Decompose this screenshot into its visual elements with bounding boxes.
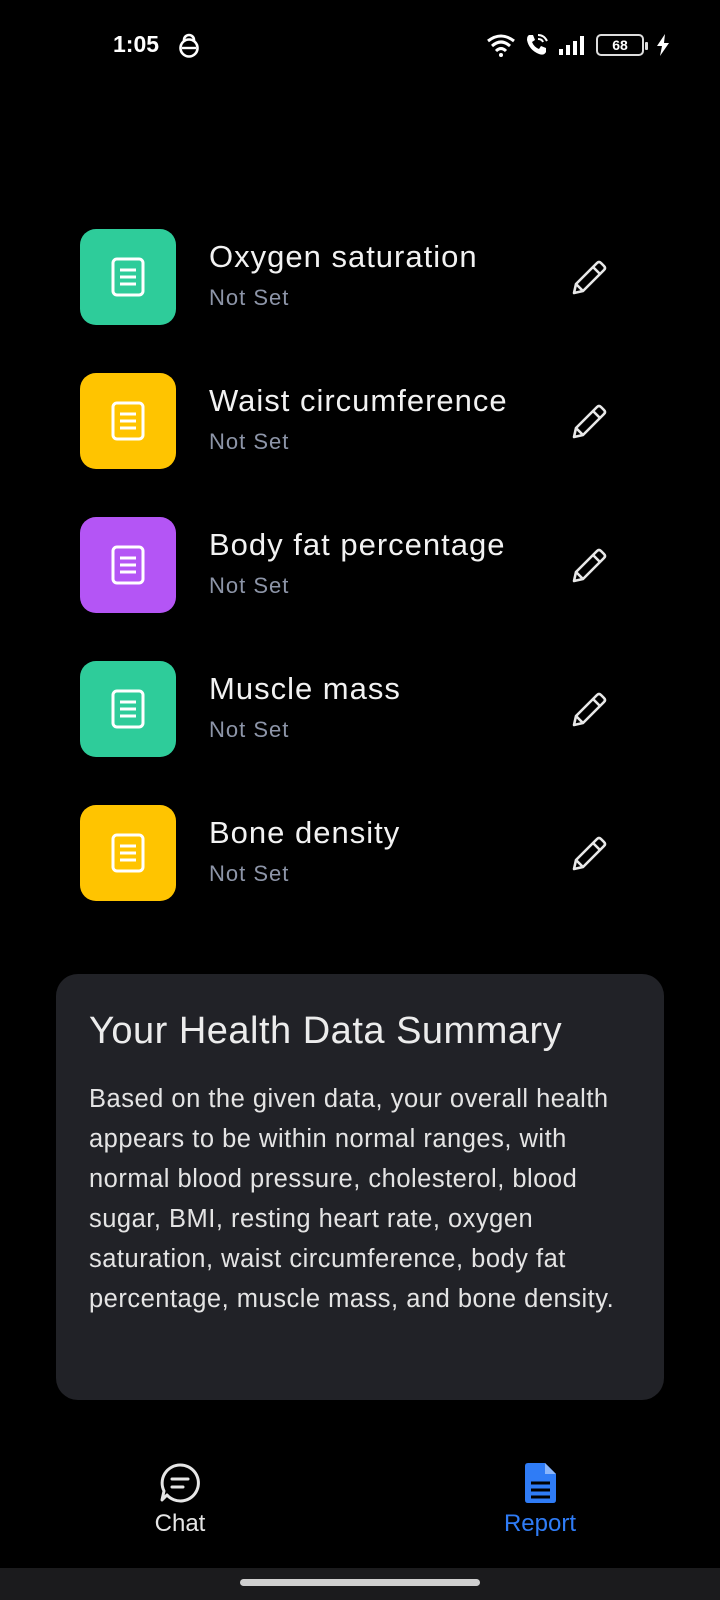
wifi-icon — [487, 34, 515, 57]
screen: 1:05 68 Oxygen saturation Not Set Waist … — [0, 0, 720, 1600]
metric-text: Bone density Not Set — [209, 815, 400, 887]
metric-list: Oxygen saturation Not Set Waist circumfe… — [80, 229, 640, 949]
metric-icon-tile — [80, 661, 176, 757]
metric-title: Oxygen saturation — [209, 239, 478, 274]
summary-body: Based on the given data, your overall he… — [89, 1085, 615, 1313]
nav-chat[interactable]: Chat — [110, 1462, 250, 1538]
metric-value: Not Set — [209, 717, 290, 742]
battery-indicator: 68 — [596, 34, 648, 56]
metric-text: Oxygen saturation Not Set — [209, 239, 478, 311]
edit-button[interactable] — [566, 399, 612, 445]
metric-icon-tile — [80, 805, 176, 901]
metric-icon-tile — [80, 517, 176, 613]
metric-text: Muscle mass Not Set — [209, 671, 401, 743]
document-icon — [111, 401, 145, 441]
signal-icon — [559, 36, 584, 55]
edit-button[interactable] — [566, 543, 612, 589]
edit-button[interactable] — [566, 831, 612, 877]
nav-chat-label: Chat — [154, 1510, 206, 1537]
health-summary-card: Your Health Data Summary Based on the gi… — [56, 974, 664, 1400]
document-icon — [111, 833, 145, 873]
pencil-icon — [572, 548, 607, 583]
metric-text: Body fat percentage Not Set — [209, 527, 505, 599]
bottom-nav: Chat Report — [0, 1462, 720, 1572]
gesture-area — [0, 1568, 720, 1600]
metric-value: Not Set — [209, 573, 290, 598]
pencil-icon — [572, 836, 607, 871]
metric-row[interactable]: Muscle mass Not Set — [80, 661, 640, 805]
pencil-icon — [572, 404, 607, 439]
charging-icon — [657, 34, 669, 56]
metric-row[interactable]: Oxygen saturation Not Set — [80, 229, 640, 373]
nav-report[interactable]: Report — [470, 1462, 610, 1538]
status-bar: 1:05 68 — [0, 0, 720, 90]
metric-value: Not Set — [209, 285, 290, 310]
metric-text: Waist circumference Not Set — [209, 383, 508, 455]
status-icons: 68 — [486, 30, 670, 60]
document-icon — [111, 257, 145, 297]
status-time: 1:05 — [113, 31, 160, 57]
metric-row[interactable]: Body fat percentage Not Set — [80, 517, 640, 661]
metric-row[interactable]: Bone density Not Set — [80, 805, 640, 949]
metric-title: Body fat percentage — [209, 527, 506, 562]
pencil-icon — [572, 260, 607, 295]
chat-bubble-icon — [160, 1463, 200, 1503]
battery-level: 68 — [612, 37, 628, 53]
metric-row[interactable]: Waist circumference Not Set — [80, 373, 640, 517]
summary-title: Your Health Data Summary — [89, 1010, 563, 1052]
report-document-icon — [525, 1463, 556, 1503]
metric-icon-tile — [80, 229, 176, 325]
nav-report-label: Report — [503, 1510, 577, 1537]
document-icon — [111, 545, 145, 585]
pencil-icon — [572, 692, 607, 727]
wifi-call-icon — [527, 34, 548, 55]
metric-title: Muscle mass — [209, 671, 401, 706]
metric-title: Bone density — [209, 815, 401, 850]
metric-title: Waist circumference — [209, 383, 508, 418]
edit-button[interactable] — [566, 255, 612, 301]
gesture-handle[interactable] — [240, 1579, 480, 1586]
lock-icon — [179, 33, 199, 58]
document-icon — [111, 689, 145, 729]
metric-icon-tile — [80, 373, 176, 469]
metric-value: Not Set — [209, 861, 290, 886]
edit-button[interactable] — [566, 687, 612, 733]
metric-value: Not Set — [209, 429, 290, 454]
